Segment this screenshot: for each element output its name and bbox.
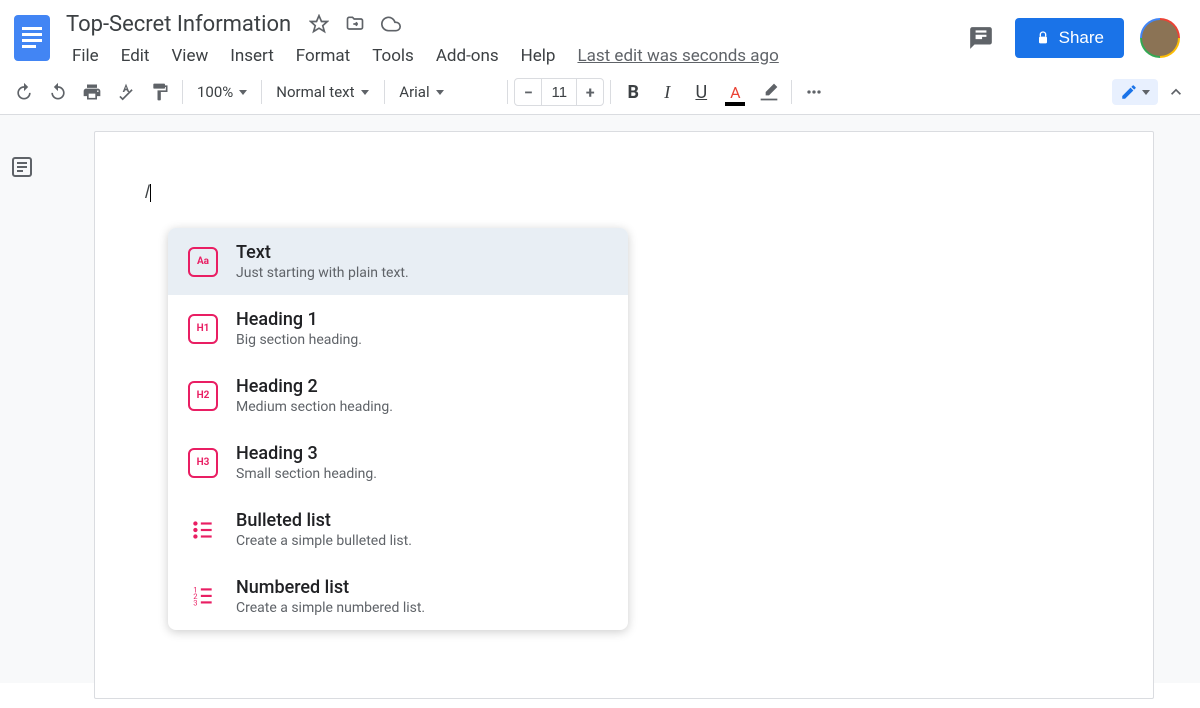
popup-item-desc: Medium section heading.	[236, 399, 608, 415]
popup-item-title: Text	[236, 242, 608, 263]
chevron-down-icon	[436, 90, 444, 95]
popup-item-numbered-list[interactable]: 123 Numbered list Create a simple numbered…	[168, 563, 628, 630]
toolbar-separator	[261, 80, 262, 104]
text-cursor	[150, 184, 151, 202]
title-area: Top-Secret Information File Edit View In…	[62, 8, 963, 70]
popup-item-title: Heading 1	[236, 309, 608, 330]
popup-item-title: Bulleted list	[236, 510, 608, 531]
outline-icon[interactable]	[10, 155, 38, 183]
menu-file[interactable]: File	[62, 42, 109, 70]
menu-edit[interactable]: Edit	[111, 42, 160, 70]
comments-icon[interactable]	[963, 20, 999, 56]
header-actions: Share	[963, 8, 1188, 58]
aa-icon: Aa	[188, 247, 218, 277]
svg-text:3: 3	[193, 598, 197, 607]
h2-icon: H2	[188, 381, 218, 411]
font-size-increase[interactable]: +	[577, 79, 603, 105]
popup-item-title: Heading 3	[236, 443, 608, 464]
cloud-status-icon[interactable]	[379, 12, 403, 36]
font-size-input[interactable]	[541, 79, 577, 105]
docs-logo-icon[interactable]	[12, 12, 52, 64]
print-icon[interactable]	[76, 76, 108, 108]
chevron-down-icon	[239, 90, 247, 95]
toolbar-separator	[791, 80, 792, 104]
zoom-dropdown[interactable]: 100%	[189, 76, 255, 108]
move-folder-icon[interactable]	[343, 12, 367, 36]
user-avatar[interactable]	[1140, 18, 1180, 58]
undo-icon[interactable]	[8, 76, 40, 108]
italic-icon[interactable]: I	[651, 76, 683, 108]
popup-item-title: Heading 2	[236, 376, 608, 397]
popup-item-bulleted-list[interactable]: Bulleted list Create a simple bulleted li…	[168, 496, 628, 563]
text-color-icon[interactable]: A	[719, 76, 751, 108]
bulleted-list-icon	[188, 515, 218, 545]
popup-item-desc: Small section heading.	[236, 466, 608, 482]
popup-item-text[interactable]: Aa Text Just starting with plain text.	[168, 228, 628, 295]
spellcheck-icon[interactable]	[110, 76, 142, 108]
menu-view[interactable]: View	[161, 42, 218, 70]
last-edit-link[interactable]: Last edit was seconds ago	[567, 42, 788, 70]
popup-item-desc: Create a simple numbered list.	[236, 600, 608, 616]
h3-icon: H3	[188, 448, 218, 478]
font-dropdown[interactable]: Arial	[391, 76, 501, 108]
style-dropdown[interactable]: Normal text	[268, 76, 378, 108]
title-row: Top-Secret Information	[62, 8, 963, 40]
chevron-down-icon	[1142, 90, 1150, 95]
toolbar-separator	[610, 80, 611, 104]
paint-format-icon[interactable]	[144, 76, 176, 108]
menu-addons[interactable]: Add-ons	[426, 42, 509, 70]
popup-item-title: Numbered list	[236, 577, 608, 598]
popup-item-heading-3[interactable]: H3 Heading 3 Small section heading.	[168, 429, 628, 496]
underline-icon[interactable]: U	[685, 76, 717, 108]
font-size-group: − +	[514, 78, 604, 106]
chevron-down-icon	[361, 90, 369, 95]
numbered-list-icon: 123	[188, 582, 218, 612]
menubar: File Edit View Insert Format Tools Add-o…	[62, 42, 963, 70]
menu-help[interactable]: Help	[511, 42, 566, 70]
bold-icon[interactable]: B	[617, 76, 649, 108]
popup-item-heading-1[interactable]: H1 Heading 1 Big section heading.	[168, 295, 628, 362]
share-button[interactable]: Share	[1015, 18, 1124, 58]
toolbar-separator	[507, 80, 508, 104]
star-icon[interactable]	[307, 12, 331, 36]
highlight-icon[interactable]	[753, 76, 785, 108]
popup-item-desc: Big section heading.	[236, 332, 608, 348]
toolbar-separator	[182, 80, 183, 104]
popup-item-desc: Just starting with plain text.	[236, 265, 608, 281]
share-label: Share	[1059, 28, 1104, 48]
h1-icon: H1	[188, 314, 218, 344]
popup-item-heading-2[interactable]: H2 Heading 2 Medium section heading.	[168, 362, 628, 429]
app-header: Top-Secret Information File Edit View In…	[0, 0, 1200, 70]
menu-insert[interactable]: Insert	[220, 42, 284, 70]
popup-item-desc: Create a simple bulleted list.	[236, 533, 608, 549]
font-size-decrease[interactable]: −	[515, 79, 541, 105]
menu-tools[interactable]: Tools	[362, 42, 424, 70]
redo-icon[interactable]	[42, 76, 74, 108]
toolbar-separator	[384, 80, 385, 104]
outline-sidebar	[0, 115, 48, 683]
document-title[interactable]: Top-Secret Information	[62, 10, 295, 39]
slash-command-popup: Aa Text Just starting with plain text. H1 He…	[168, 228, 628, 630]
more-icon[interactable]	[798, 76, 830, 108]
menu-format[interactable]: Format	[286, 42, 360, 70]
toolbar: 100% Normal text Arial − + B I U A	[0, 70, 1200, 115]
editing-mode-dropdown[interactable]	[1112, 79, 1158, 105]
collapse-toolbar-icon[interactable]	[1160, 76, 1192, 108]
